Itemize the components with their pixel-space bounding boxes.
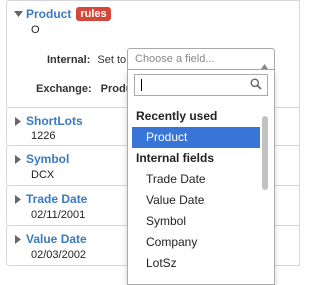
panel-value: 1226 xyxy=(31,130,56,142)
option-value-date[interactable]: Value Date xyxy=(128,190,260,211)
option-lotsz[interactable]: LotSz xyxy=(128,253,260,274)
scrollbar-thumb[interactable] xyxy=(262,116,268,190)
panel-value: O xyxy=(31,24,40,36)
dropdown-scrollbar[interactable] xyxy=(261,110,269,282)
option-product[interactable]: Product xyxy=(132,127,260,148)
group-internal-fields: Internal fields xyxy=(136,151,215,165)
symbol-panel-header[interactable]: Symbol xyxy=(12,151,69,167)
exchange-rule-row: Exchange: Produ xyxy=(36,79,132,99)
internal-rule-row: Internal: Set to xyxy=(47,50,126,70)
panel-value: 02/03/2002 xyxy=(31,249,87,261)
select-placeholder: Choose a field... xyxy=(135,53,215,65)
panel-title: Product xyxy=(26,7,72,21)
rules-badge[interactable]: rules xyxy=(76,7,111,21)
caret-right-icon[interactable] xyxy=(12,152,24,166)
field-search-box[interactable] xyxy=(134,74,268,96)
option-symbol[interactable]: Symbol xyxy=(128,211,260,232)
field-options-list: Recently used Product Internal fields Tr… xyxy=(128,106,260,274)
caret-right-icon[interactable] xyxy=(12,232,24,246)
option-trade-date[interactable]: Trade Date xyxy=(128,169,260,190)
caret-right-icon[interactable] xyxy=(12,192,24,206)
panel-value: 02/11/2001 xyxy=(31,209,86,221)
panel-value: DCX xyxy=(31,169,55,181)
text-cursor xyxy=(141,79,142,91)
group-recently-used: Recently used xyxy=(136,109,218,123)
search-icon xyxy=(250,78,262,93)
caret-right-icon[interactable] xyxy=(12,114,24,128)
shortlots-panel-header[interactable]: ShortLots xyxy=(12,113,83,129)
value-date-panel-header[interactable]: Value Date xyxy=(12,231,87,247)
exchange-label: Exchange: xyxy=(36,83,92,95)
trade-date-panel-header[interactable]: Trade Date xyxy=(12,191,87,207)
choose-field-select[interactable]: Choose a field... xyxy=(127,48,275,70)
product-panel-header[interactable]: Product rules xyxy=(12,6,111,22)
field-dropdown: Recently used Product Internal fields Tr… xyxy=(127,70,275,285)
panel-title: Symbol xyxy=(26,152,70,166)
panel-title: Trade Date xyxy=(26,192,88,206)
field-search-input[interactable] xyxy=(135,75,249,95)
set-to-label: Set to xyxy=(97,54,127,66)
panel-title: Value Date xyxy=(26,232,87,246)
internal-label: Internal: xyxy=(47,54,91,66)
option-company[interactable]: Company xyxy=(128,232,260,253)
panel-title: ShortLots xyxy=(26,114,83,128)
caret-down-icon[interactable] xyxy=(12,7,24,21)
